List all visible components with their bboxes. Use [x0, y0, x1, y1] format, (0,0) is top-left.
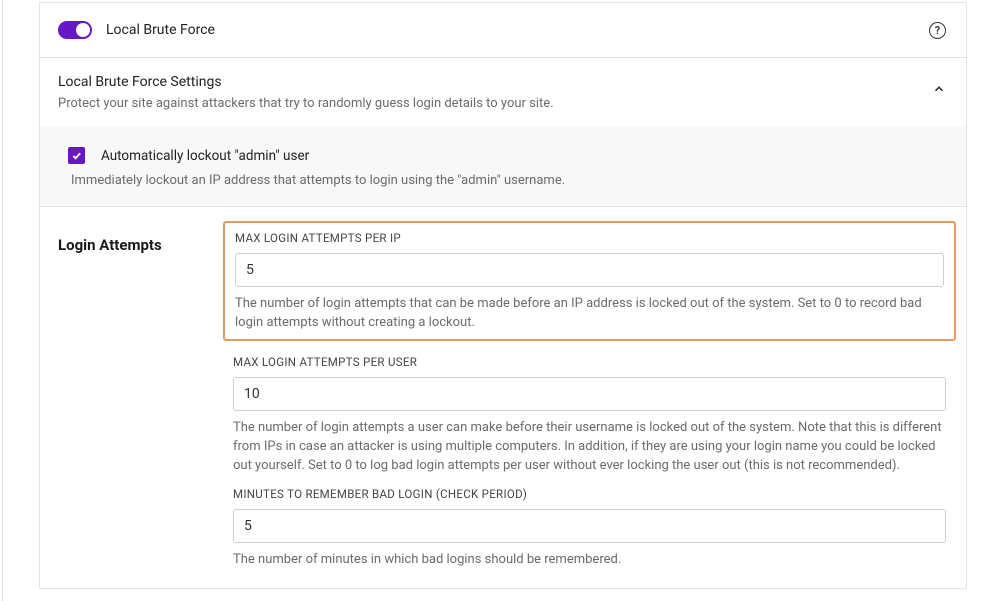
- settings-panel: Local Brute Force ? Local Brute Force Se…: [39, 2, 967, 589]
- per-ip-help: The number of login attempts that can be…: [235, 295, 944, 333]
- minutes-help: The number of minutes in which bad login…: [233, 551, 946, 570]
- per-user-label: MAX LOGIN ATTEMPTS PER USER: [233, 355, 946, 369]
- admin-lockout-checkbox[interactable]: [68, 147, 85, 164]
- admin-lockout-desc: Immediately lockout an IP address that a…: [71, 173, 946, 188]
- minutes-group: MINUTES TO REMEMBER BAD LOGIN (CHECK PER…: [233, 487, 946, 570]
- fields-column: MAX LOGIN ATTEMPTS PER IP The number of …: [233, 229, 946, 570]
- per-user-input[interactable]: [233, 377, 946, 411]
- per-ip-input[interactable]: [235, 253, 944, 287]
- settings-description: Protect your site against attackers that…: [58, 96, 554, 111]
- login-attempts-title: Login Attempts: [58, 229, 233, 254]
- feature-title: Local Brute Force: [106, 22, 215, 38]
- per-user-help: The number of login attempts a user can …: [233, 419, 946, 476]
- help-icon[interactable]: ?: [929, 22, 946, 39]
- minutes-label: MINUTES TO REMEMBER BAD LOGIN (CHECK PER…: [233, 487, 946, 501]
- highlighted-field-per-ip: MAX LOGIN ATTEMPTS PER IP The number of …: [223, 221, 956, 341]
- per-user-group: MAX LOGIN ATTEMPTS PER USER The number o…: [233, 355, 946, 476]
- feature-toggle[interactable]: [58, 21, 92, 39]
- minutes-input[interactable]: [233, 509, 946, 543]
- chevron-up-icon[interactable]: [932, 82, 946, 100]
- settings-head: Local Brute Force Settings Protect your …: [40, 58, 966, 127]
- per-ip-label: MAX LOGIN ATTEMPTS PER IP: [235, 231, 944, 245]
- admin-lockout-label: Automatically lockout "admin" user: [101, 148, 309, 164]
- panel-header: Local Brute Force ?: [40, 3, 966, 58]
- admin-lockout-row: Automatically lockout "admin" user Immed…: [40, 127, 966, 206]
- login-attempts-section: Login Attempts MAX LOGIN ATTEMPTS PER IP…: [40, 207, 966, 588]
- settings-block: Local Brute Force Settings Protect your …: [40, 58, 966, 207]
- settings-title: Local Brute Force Settings: [58, 74, 554, 90]
- section-title-column: Login Attempts: [58, 229, 233, 570]
